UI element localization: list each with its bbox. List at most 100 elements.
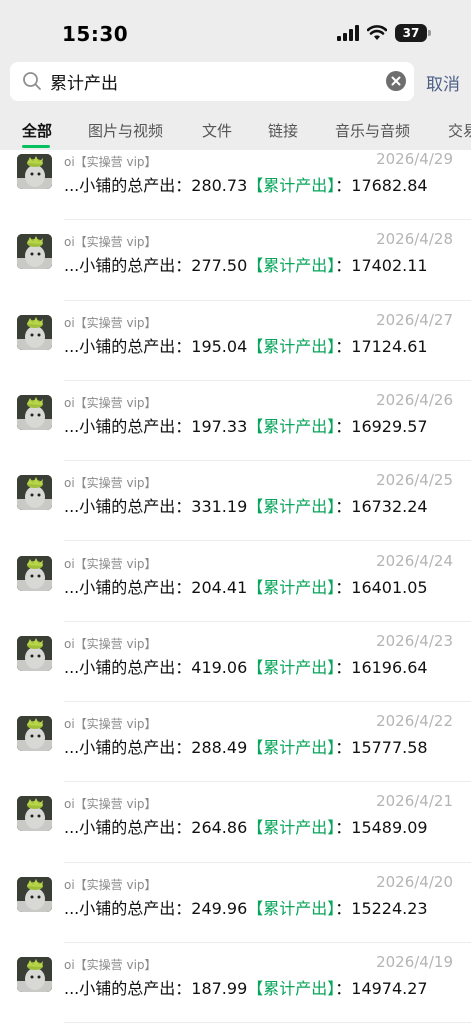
- result-item[interactable]: oi【实操营 vip】 2026/4/19 ...小铺的总产出：187.99【累计产…: [0, 943, 471, 1024]
- snippet-total: ：14974.27: [335, 979, 428, 998]
- snippet-highlight: 【累计产出】: [247, 577, 336, 597]
- message-snippet: ...小铺的总产出：277.50【累计产出】：17402.11: [64, 252, 428, 276]
- snippet-total: ：16401.05: [335, 577, 428, 597]
- snippet-highlight: 【累计产出】: [247, 497, 336, 517]
- snippet-prefix: ...小铺的总产出：: [64, 577, 192, 597]
- snippet-prefix: ...小铺的总产出：: [64, 738, 192, 758]
- message-date: 2026/4/21: [376, 792, 453, 811]
- snippet-amount: 195.04: [191, 336, 248, 356]
- message-snippet: ...小铺的总产出：280.73【累计产出】：17682.84: [64, 172, 428, 196]
- result-item[interactable]: oi【实操营 vip】 2026/4/26 ...小铺的总产出：197.33【累计产…: [0, 381, 471, 462]
- avatar[interactable]: [17, 234, 52, 270]
- snippet-prefix: ...小铺的总产出：: [64, 416, 192, 436]
- sender-name: oi【实操营 vip】: [64, 235, 157, 250]
- result-item[interactable]: oi【实操营 vip】 2026/4/22 ...小铺的总产出：288.49【累计产…: [0, 702, 471, 783]
- battery-icon: 37: [395, 24, 431, 42]
- avatar[interactable]: [17, 876, 52, 912]
- result-item[interactable]: oi【实操营 vip】 2026/4/27 ...小铺的总产出：195.04【累计产…: [0, 301, 471, 381]
- sender-name: oi【实操营 vip】: [64, 556, 157, 571]
- snippet-highlight: 【累计产出】: [247, 256, 336, 276]
- search-box[interactable]: [10, 62, 414, 101]
- message-date: 2026/4/20: [376, 872, 453, 891]
- message-date: 2026/4/26: [376, 390, 453, 409]
- message-date: 2026/4/27: [376, 310, 453, 329]
- snippet-amount: 419.06: [191, 657, 248, 677]
- message-date: 2026/4/19: [376, 953, 453, 971]
- snippet-total: ：17124.61: [335, 336, 428, 356]
- snippet-highlight: 【累计产出】: [247, 898, 336, 918]
- avatar[interactable]: [17, 154, 52, 189]
- status-icons: 37: [337, 24, 431, 42]
- sender-name: oi【实操营 vip】: [64, 155, 157, 169]
- message-snippet: ...小铺的总产出：204.41【累计产出】：16401.05: [64, 574, 428, 598]
- result-item[interactable]: oi【实操营 vip】 2026/4/29 ...小铺的总产出：280.73【累计产…: [0, 150, 471, 221]
- sender-name: oi【实操营 vip】: [64, 717, 157, 732]
- tab-music-audio[interactable]: 音乐与音频: [335, 120, 410, 141]
- message-snippet: ...小铺的总产出：187.99【累计产出】：14974.27: [64, 975, 428, 999]
- snippet-total: ：17402.11: [335, 256, 428, 276]
- clear-icon[interactable]: [386, 71, 406, 91]
- snippet-highlight: 【累计产出】: [247, 979, 336, 998]
- tab-all[interactable]: 全部: [22, 120, 52, 141]
- snippet-amount: 277.50: [191, 256, 248, 276]
- snippet-total: ：16929.57: [335, 416, 428, 436]
- snippet-total: ：15489.09: [335, 818, 428, 838]
- sender-name: oi【实操营 vip】: [64, 877, 157, 892]
- message-date: 2026/4/25: [376, 471, 453, 490]
- avatar[interactable]: [17, 555, 52, 591]
- snippet-total: ：15224.23: [335, 898, 428, 918]
- signal-icon: [337, 25, 359, 41]
- tab-images-videos[interactable]: 图片与视频: [88, 120, 163, 141]
- result-item[interactable]: oi【实操营 vip】 2026/4/28 ...小铺的总产出：277.50【累计产…: [0, 220, 471, 301]
- avatar[interactable]: [17, 394, 52, 430]
- snippet-amount: 204.41: [191, 577, 248, 597]
- result-item[interactable]: oi【实操营 vip】 2026/4/24 ...小铺的总产出：204.41【累计产…: [0, 542, 471, 622]
- snippet-total: ：16732.24: [335, 497, 428, 517]
- avatar[interactable]: [17, 475, 52, 511]
- snippet-total: ：16196.64: [335, 657, 428, 677]
- filter-tabs: 全部 图片与视频 文件 链接 音乐与音频 交易: [0, 112, 471, 150]
- message-date: 2026/4/22: [376, 712, 453, 731]
- message-snippet: ...小铺的总产出：288.49【累计产出】：15777.58: [64, 734, 428, 758]
- tab-links[interactable]: 链接: [268, 120, 298, 141]
- divider: [64, 1022, 471, 1024]
- result-item[interactable]: oi【实操营 vip】 2026/4/21 ...小铺的总产出：264.86【累计产…: [0, 782, 471, 863]
- snippet-highlight: 【累计产出】: [247, 738, 336, 758]
- avatar[interactable]: [17, 314, 52, 350]
- avatar[interactable]: [17, 635, 52, 671]
- snippet-prefix: ...小铺的总产出：: [64, 336, 192, 356]
- message-date: 2026/4/29: [376, 150, 453, 168]
- result-item[interactable]: oi【实操营 vip】 2026/4/23 ...小铺的总产出：419.06【累计产…: [0, 622, 471, 703]
- result-item[interactable]: oi【实操营 vip】 2026/4/20 ...小铺的总产出：249.96【累计产…: [0, 863, 471, 943]
- search-input[interactable]: [50, 66, 380, 97]
- status-bar: 15:30 37: [0, 0, 471, 62]
- snippet-amount: 197.33: [191, 416, 248, 436]
- snippet-amount: 187.99: [191, 979, 248, 998]
- result-item[interactable]: oi【实操营 vip】 2026/4/25 ...小铺的总产出：331.19【累计产…: [0, 461, 471, 542]
- snippet-amount: 280.73: [191, 176, 248, 195]
- battery-level: 37: [402, 26, 420, 40]
- snippet-prefix: ...小铺的总产出：: [64, 898, 192, 918]
- message-snippet: ...小铺的总产出：197.33【累计产出】：16929.57: [64, 413, 428, 437]
- snippet-prefix: ...小铺的总产出：: [64, 657, 192, 677]
- active-tab-indicator: [22, 145, 50, 148]
- snippet-highlight: 【累计产出】: [247, 176, 336, 195]
- message-snippet: ...小铺的总产出：419.06【累计产出】：16196.64: [64, 654, 428, 678]
- snippet-amount: 264.86: [191, 818, 248, 838]
- snippet-amount: 249.96: [191, 898, 248, 918]
- avatar[interactable]: [17, 957, 52, 992]
- tab-transactions[interactable]: 交易: [448, 120, 471, 141]
- avatar[interactable]: [17, 796, 52, 832]
- snippet-highlight: 【累计产出】: [247, 657, 336, 677]
- message-snippet: ...小铺的总产出：249.96【累计产出】：15224.23: [64, 895, 428, 919]
- avatar[interactable]: [17, 716, 52, 752]
- snippet-highlight: 【累计产出】: [247, 818, 336, 838]
- search-results-list[interactable]: oi【实操营 vip】 2026/4/29 ...小铺的总产出：280.73【累计产…: [0, 150, 471, 1024]
- snippet-prefix: ...小铺的总产出：: [64, 818, 192, 838]
- tab-files[interactable]: 文件: [202, 120, 232, 141]
- snippet-prefix: ...小铺的总产出：: [64, 176, 192, 195]
- message-date: 2026/4/24: [376, 551, 453, 570]
- cancel-button[interactable]: 取消: [426, 70, 460, 95]
- sender-name: oi【实操营 vip】: [64, 315, 157, 330]
- message-snippet: ...小铺的总产出：264.86【累计产出】：15489.09: [64, 814, 428, 838]
